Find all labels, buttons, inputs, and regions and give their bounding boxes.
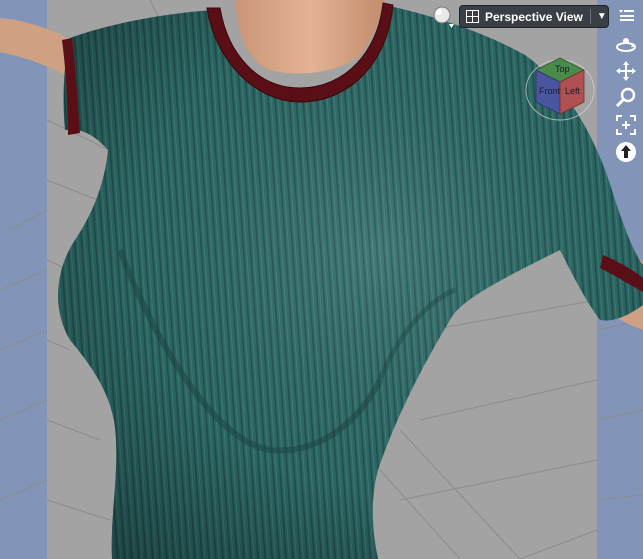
sphere-shading-icon — [433, 6, 454, 28]
aim-button[interactable] — [614, 140, 638, 164]
chevron-down-icon: ▼ — [596, 11, 607, 22]
viewport-layout-icon — [466, 10, 479, 23]
aim-up-icon — [616, 142, 636, 162]
view-cube[interactable]: Top Front Left — [524, 48, 596, 126]
frame-icon — [616, 115, 636, 135]
3d-viewport[interactable]: Perspective View ▼ Top Front Left — [0, 0, 643, 559]
draw-style-button[interactable] — [430, 4, 456, 30]
menu-lines-icon — [619, 10, 634, 21]
pan-button[interactable] — [614, 59, 638, 83]
cube-label-left: Left — [565, 86, 581, 96]
dropdown-divider — [589, 9, 591, 24]
zoom-icon — [615, 87, 636, 108]
cube-label-top: Top — [555, 64, 570, 74]
orbit-icon — [616, 38, 636, 52]
cube-label-front: Front — [539, 86, 561, 96]
camera-label: Perspective View — [485, 9, 583, 24]
camera-selector-dropdown[interactable]: Perspective View ▼ — [459, 5, 609, 28]
zoom-button[interactable] — [614, 86, 638, 110]
pan-move-icon — [616, 61, 636, 81]
frame-button[interactable] — [614, 113, 638, 137]
orbit-button[interactable] — [614, 33, 638, 57]
viewport-menu-button[interactable] — [617, 7, 635, 25]
